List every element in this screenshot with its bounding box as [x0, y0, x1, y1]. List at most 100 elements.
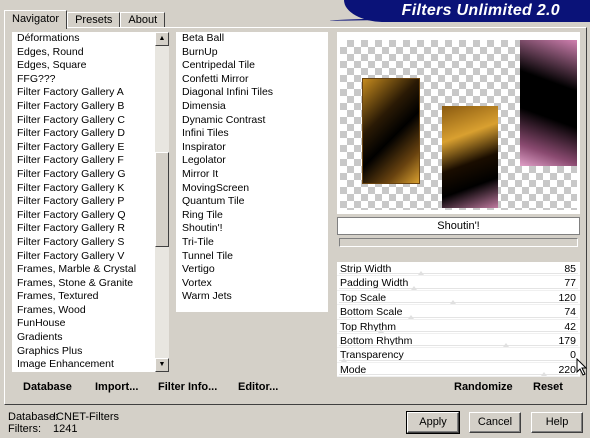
tab-navigator[interactable]: Navigator: [4, 10, 68, 29]
category-item[interactable]: Filter Factory Gallery A: [12, 86, 169, 100]
param-slider[interactable]: Bottom Scale 74: [337, 305, 580, 320]
category-item[interactable]: Frames, Stone & Granite: [12, 277, 169, 291]
scrollbar-thumb[interactable]: [155, 152, 169, 247]
filters-label: Filters:: [8, 423, 41, 435]
filter-item[interactable]: Legolator: [176, 154, 328, 168]
slider-marker-icon[interactable]: [378, 328, 385, 333]
slider-track: [339, 302, 578, 304]
parameter-panel: Strip Width 85 Padding Width 77 Top Scale 120…: [337, 262, 580, 378]
param-slider[interactable]: Padding Width 77: [337, 276, 580, 291]
filter-item[interactable]: Tunnel Tile: [176, 250, 328, 264]
filter-item[interactable]: Warm Jets: [176, 290, 328, 304]
slider-marker-icon[interactable]: [450, 300, 457, 305]
param-slider[interactable]: Top Rhythm 42: [337, 319, 580, 334]
editor-button[interactable]: Editor...: [238, 381, 278, 393]
category-item[interactable]: Filter Factory Gallery P: [12, 195, 169, 209]
selected-filter-name: Shoutin'!: [337, 217, 580, 235]
randomize-button[interactable]: Randomize: [454, 381, 513, 393]
filter-item[interactable]: Infini Tiles: [176, 127, 328, 141]
category-list[interactable]: Déformations Edges, Round Edges, Square FFG…: [12, 32, 169, 372]
cancel-button[interactable]: Cancel: [469, 412, 521, 433]
slider-marker-icon[interactable]: [408, 314, 415, 319]
scroll-up-icon[interactable]: ▲: [155, 32, 169, 46]
slider-marker-icon[interactable]: [410, 285, 417, 290]
filter-item[interactable]: Dimensia: [176, 100, 328, 114]
category-item[interactable]: Gradients: [12, 331, 169, 345]
progress-bar: [339, 238, 578, 247]
category-item[interactable]: Frames, Textured: [12, 290, 169, 304]
param-slider[interactable]: Bottom Rhythm 179: [337, 333, 580, 349]
slider-track: [339, 330, 578, 332]
category-item[interactable]: Filter Factory Gallery D: [12, 127, 169, 141]
param-slider[interactable]: Mode 220: [337, 362, 580, 378]
filter-item[interactable]: Diagonal Infini Tiles: [176, 86, 328, 100]
preview-strip-left: [362, 78, 420, 184]
category-item[interactable]: Filter Factory Gallery C: [12, 114, 169, 128]
database-value: ICNET-Filters: [53, 411, 119, 423]
preview-frame: [337, 32, 580, 214]
database-label: Database:: [8, 411, 59, 423]
filter-item[interactable]: Shoutin'!: [176, 222, 328, 236]
filter-item[interactable]: Beta Ball: [176, 32, 328, 46]
category-item[interactable]: Filter Factory Gallery R: [12, 222, 169, 236]
filter-item[interactable]: Dynamic Contrast: [176, 114, 328, 128]
category-item[interactable]: Edges, Square: [12, 59, 169, 73]
category-item[interactable]: FFG???: [12, 73, 169, 87]
category-scrollbar[interactable]: ▲ ▼: [155, 32, 169, 372]
filter-info-button[interactable]: Filter Info...: [158, 381, 217, 393]
database-button[interactable]: Database: [23, 381, 72, 393]
category-item[interactable]: Filter Factory Gallery F: [12, 154, 169, 168]
filter-item[interactable]: MovingScreen: [176, 182, 328, 196]
status-filters: Filters: 1241: [8, 423, 77, 435]
status-database: Database: ICNET-Filters: [8, 411, 119, 423]
filter-item[interactable]: Tri-Tile: [176, 236, 328, 250]
category-item[interactable]: Edges, Round: [12, 46, 169, 60]
category-item[interactable]: Filter Factory Gallery B: [12, 100, 169, 114]
slider-marker-icon[interactable]: [503, 343, 510, 348]
slider-track: [339, 345, 578, 347]
filter-item[interactable]: Centripedal Tile: [176, 59, 328, 73]
category-item[interactable]: Graphics Plus: [12, 345, 169, 359]
category-item[interactable]: Image Enhancement: [12, 358, 169, 372]
param-slider[interactable]: Strip Width 85: [337, 262, 580, 277]
reset-button[interactable]: Reset: [533, 381, 563, 393]
filter-item[interactable]: Confetti Mirror: [176, 73, 328, 87]
category-item[interactable]: FunHouse: [12, 317, 169, 331]
tab-presets[interactable]: Presets: [67, 12, 121, 28]
app-banner: Filters Unlimited 2.0: [344, 0, 590, 22]
tab-about[interactable]: About: [120, 12, 166, 28]
import-button[interactable]: Import...: [95, 381, 138, 393]
param-slider[interactable]: Transparency 0: [337, 348, 580, 363]
filter-item[interactable]: BurnUp: [176, 46, 328, 60]
apply-button[interactable]: Apply: [406, 411, 460, 434]
slider-marker-icon[interactable]: [540, 372, 547, 377]
preview-strip-center: [442, 106, 498, 208]
param-slider[interactable]: Top Scale 120: [337, 290, 580, 306]
category-item[interactable]: Filter Factory Gallery Q: [12, 209, 169, 223]
scroll-down-icon[interactable]: ▼: [155, 358, 169, 372]
filters-count: 1241: [53, 423, 78, 435]
category-item[interactable]: Déformations: [12, 32, 169, 46]
filter-item[interactable]: Inspirator: [176, 141, 328, 155]
filter-list[interactable]: Beta Ball BurnUp Centripedal Tile Confetti …: [176, 32, 328, 312]
filter-item[interactable]: Vortex: [176, 277, 328, 291]
filter-item[interactable]: Ring Tile: [176, 209, 328, 223]
slider-marker-icon[interactable]: [341, 357, 347, 362]
category-item[interactable]: Filter Factory Gallery E: [12, 141, 169, 155]
filter-item[interactable]: Vertigo: [176, 263, 328, 277]
category-item[interactable]: Filter Factory Gallery V: [12, 250, 169, 264]
help-button[interactable]: Help: [531, 412, 583, 433]
category-item[interactable]: Filter Factory Gallery K: [12, 182, 169, 196]
category-item[interactable]: Filter Factory Gallery G: [12, 168, 169, 182]
slider-track: [339, 359, 578, 361]
app-title: Filters Unlimited 2.0: [401, 2, 560, 19]
category-item[interactable]: Frames, Wood: [12, 304, 169, 318]
category-item[interactable]: Filter Factory Gallery S: [12, 236, 169, 250]
filter-item[interactable]: Quantum Tile: [176, 195, 328, 209]
tab-bar: Navigator Presets About: [4, 10, 166, 29]
slider-track: [339, 287, 578, 289]
slider-marker-icon[interactable]: [417, 271, 424, 276]
category-item[interactable]: Frames, Marble & Crystal: [12, 263, 169, 277]
preview-strip-right: [520, 40, 577, 166]
filter-item[interactable]: Mirror It: [176, 168, 328, 182]
